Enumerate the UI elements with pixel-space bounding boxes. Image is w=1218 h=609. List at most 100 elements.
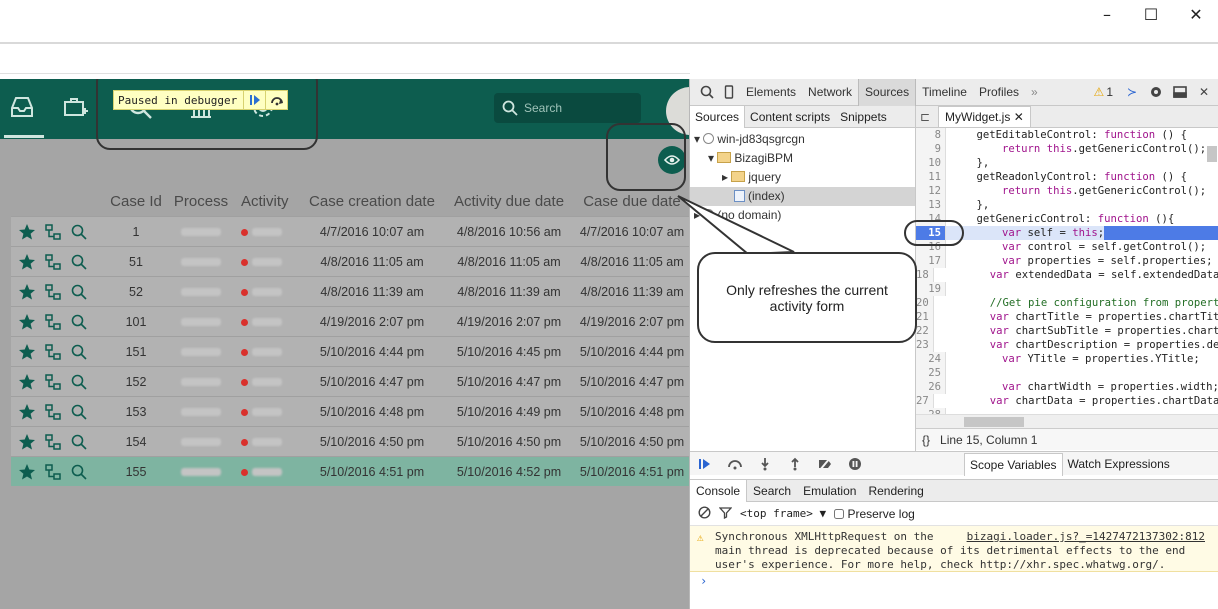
code-line[interactable]: 11 getReadonlyControl: function () { [916,170,1218,184]
col-header-creation-date[interactable]: Case creation date [301,193,443,210]
code-line[interactable]: 20 //Get pie configuration from properti… [916,296,1218,310]
cell-activity[interactable] [237,225,301,239]
cell-activity[interactable] [237,345,301,359]
close-tab-icon[interactable]: ✕ [1014,110,1024,124]
code-area[interactable]: 8 getEditableControl: function () {9 ret… [916,128,1218,414]
table-row[interactable]: 152 5/10/2016 4:47 pm 5/10/2016 4:47 pm 5/1… [11,366,689,396]
drawer-tab-emulation[interactable]: Emulation [797,480,862,502]
search-box[interactable] [494,93,641,123]
line-number[interactable]: 26 [916,380,946,394]
table-row[interactable]: 155 5/10/2016 4:51 pm 5/10/2016 4:52 pm 5/1… [11,456,689,486]
line-number[interactable]: 13 [916,198,946,212]
workflow-icon[interactable] [43,222,63,242]
magnifier-icon[interactable] [69,372,89,392]
tree-item-jquery[interactable]: ▸ jquery [690,168,915,187]
line-number[interactable]: 20 [916,296,934,310]
console-prompt[interactable]: › [690,572,1218,590]
line-number[interactable]: 18 [916,268,934,282]
code-line[interactable]: 16 var control = self.getControl(); [916,240,1218,254]
line-number[interactable]: 12 [916,184,946,198]
magnifier-icon[interactable] [69,402,89,422]
star-icon[interactable] [17,432,37,452]
step-out-icon[interactable] [780,456,810,472]
preserve-log-checkbox[interactable] [834,508,845,519]
preserve-log-option[interactable]: Preserve log [834,507,915,521]
tab-elements[interactable]: Elements [740,79,802,106]
search-input[interactable] [524,101,624,115]
workflow-icon[interactable] [43,252,63,272]
workflow-icon[interactable] [43,372,63,392]
cell-activity[interactable] [237,375,301,389]
code-line[interactable]: 14 getGenericControl: function (){ [916,212,1218,226]
code-line[interactable]: 27 var chartData = properties.chartData; [916,394,1218,408]
tab-network[interactable]: Network [802,79,858,106]
line-number[interactable]: 9 [916,142,946,156]
code-line[interactable]: 23 var chartDescription = properties.des… [916,338,1218,352]
cell-activity[interactable] [237,255,301,269]
console-drawer-icon[interactable]: ≻ [1121,81,1143,103]
star-icon[interactable] [17,312,37,332]
tree-item-no-domain[interactable]: ▸ (no domain) [690,206,915,225]
code-line[interactable]: 10 }, [916,156,1218,170]
filter-icon[interactable] [718,506,733,522]
code-line[interactable]: 13 }, [916,198,1218,212]
horizontal-scroll-thumb[interactable] [964,417,1024,427]
star-icon[interactable] [17,462,37,482]
code-line[interactable]: 26 var chartWidth = properties.width; [916,380,1218,394]
table-row[interactable]: 101 4/19/2016 2:07 pm 4/19/2016 2:07 pm 4/1… [11,306,689,336]
close-devtools-icon[interactable]: ✕ [1193,81,1215,103]
line-number[interactable]: 22 [916,324,934,338]
tab-profiles[interactable]: Profiles [973,79,1025,106]
pretty-print-icon[interactable]: {} [922,433,930,447]
code-line[interactable]: 24 var YTitle = properties.YTitle; [916,352,1218,366]
line-number[interactable]: 8 [916,128,946,142]
tree-item-host[interactable]: ▾ win-jd83qsgrcgn [690,130,915,149]
table-row[interactable]: 151 5/10/2016 4:44 pm 5/10/2016 4:45 pm 5/1… [11,336,689,366]
workflow-icon[interactable] [43,432,63,452]
tab-watch-expressions[interactable]: Watch Expressions [1063,453,1175,476]
drawer-tab-console[interactable]: Console [690,479,748,502]
nav-tab-sources[interactable]: Sources [690,105,746,128]
magnifier-icon[interactable] [69,252,89,272]
code-line[interactable]: 9 return this.getGenericControl(); [916,142,1218,156]
warning-source-link[interactable]: bizagi.loader.js?_=1427472137302:812 [967,530,1205,544]
vertical-scroll-thumb[interactable] [1207,146,1217,162]
table-row[interactable]: 153 5/10/2016 4:48 pm 5/10/2016 4:49 pm 5/1… [11,396,689,426]
col-header-activity-due[interactable]: Activity due date [443,193,575,210]
workflow-icon[interactable] [43,462,63,482]
workflow-icon[interactable] [43,282,63,302]
cell-activity[interactable] [237,435,301,449]
line-number[interactable]: 24 [916,352,946,366]
cell-activity[interactable] [237,285,301,299]
line-number[interactable]: 27 [916,394,934,408]
line-number[interactable]: 11 [916,170,946,184]
col-header-case-id[interactable]: Case Id [107,193,165,210]
resume-icon[interactable] [690,456,720,472]
star-icon[interactable] [17,342,37,362]
table-row[interactable]: 51 4/8/2016 11:05 am 4/8/2016 11:05 am 4/8/… [11,246,689,276]
magnifier-icon[interactable] [69,282,89,302]
line-number[interactable]: 17 [916,254,946,268]
cell-activity[interactable] [237,315,301,329]
warning-icon[interactable]: ⚠ [1094,85,1105,99]
line-number[interactable]: 19 [916,282,946,296]
code-line[interactable]: 12 return this.getGenericControl(); [916,184,1218,198]
horizontal-scrollbar[interactable] [916,414,1218,428]
tab-timeline[interactable]: Timeline [916,79,973,106]
workflow-icon[interactable] [43,402,63,422]
new-case-icon[interactable] [62,93,102,121]
more-tabs-button[interactable]: » [1025,79,1044,106]
pause-on-exceptions-icon[interactable] [840,456,870,472]
file-tab[interactable]: MyWidget.js ✕ [938,106,1031,127]
workflow-icon[interactable] [43,312,63,332]
code-line[interactable]: 22 var chartSubTitle = properties.chartS… [916,324,1218,338]
tree-item-index[interactable]: (index) [690,187,915,206]
col-header-process[interactable]: Process [165,193,237,210]
workflow-icon[interactable] [43,342,63,362]
tree-item-bizagibpm[interactable]: ▾ BizagiBPM [690,149,915,168]
cell-activity[interactable] [237,405,301,419]
code-line[interactable]: 17 var properties = self.properties; [916,254,1218,268]
code-line[interactable]: 21 var chartTitle = properties.chartTitl… [916,310,1218,324]
deactivate-breakpoints-icon[interactable] [810,456,840,472]
line-number[interactable]: 21 [916,310,934,324]
